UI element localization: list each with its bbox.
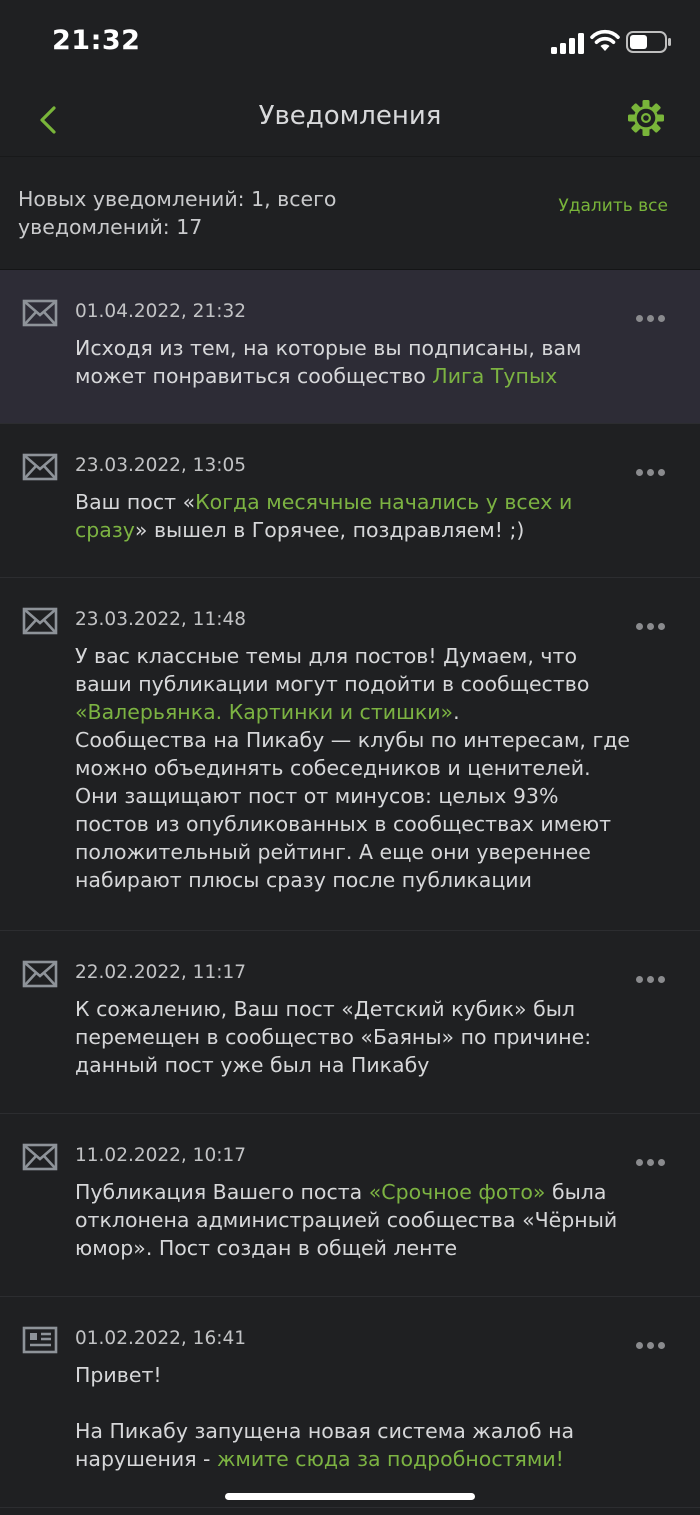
text-fragment: данный пост уже был на Пикабу [75,1053,430,1077]
details-link[interactable]: жмите сюда за подробностями! [217,1447,564,1471]
text-fragment: Привет! [75,1363,162,1387]
notification-date: 23.03.2022, 13:05 [75,455,246,476]
more-options-icon[interactable] [636,615,672,630]
notification-item[interactable]: 01.02.2022, 16:41 Привет! На Пикабу запу… [0,1297,700,1508]
nav-bar: Уведомления [0,84,700,157]
notification-item[interactable]: 01.04.2022, 21:32 Исходя из тем, на кото… [0,270,700,424]
notification-item[interactable]: 23.03.2022, 11:48 У вас классные темы дл… [0,578,700,931]
wifi-icon [590,29,620,51]
text-fragment: Публикация Вашего поста [75,1180,369,1204]
battery-icon [626,31,671,53]
text-fragment: положительный рейтинг. А еще они уверенн… [75,840,591,864]
notification-item[interactable]: 23.03.2022, 13:05 Ваш пост «Когда месячн… [0,424,700,578]
text-fragment: нарушения - [75,1447,217,1471]
newspaper-icon [22,1326,58,1354]
notification-text: У вас классные темы для постов! Думаем, … [75,642,675,894]
post-link[interactable]: сразу [75,518,135,542]
notifications-list: 01.04.2022, 21:32 Исходя из тем, на кото… [0,270,700,1508]
text-fragment: У вас классные темы для постов! Думаем, … [75,644,577,668]
text-fragment: ваши публикации могут подойти в сообщест… [75,672,590,696]
gear-icon[interactable] [626,98,666,138]
notification-item[interactable]: 22.02.2022, 11:17 К сожалению, Ваш пост … [0,931,700,1114]
more-options-icon[interactable] [636,1334,672,1349]
envelope-icon [22,299,58,327]
more-options-icon[interactable] [636,461,672,476]
signal-icon [551,33,584,54]
community-link[interactable]: «Валерьянка. Картинки и стишки» [75,700,453,724]
post-link[interactable]: «Срочное фото» [369,1180,546,1204]
notification-date: 11.02.2022, 10:17 [75,1145,246,1166]
envelope-icon [22,607,58,635]
text-fragment: юмор». Пост создан в общей ленте [75,1236,458,1260]
home-indicator [225,1493,475,1500]
text-fragment: была [545,1180,607,1204]
envelope-icon [22,453,58,481]
notifications-summary: Новых уведомлений: 1, всего уведомлений:… [0,157,700,270]
status-bar: 21:32 [0,0,700,84]
notification-date: 01.04.2022, 21:32 [75,301,246,322]
text-fragment: перемещен в сообщество «Баяны» по причин… [75,1025,592,1049]
community-link[interactable]: Лига Тупых [432,364,557,388]
text-fragment: К сожалению, Ваш пост «Детский кубик» бы… [75,997,575,1021]
notification-text: Исходя из тем, на которые вы подписаны, … [75,334,675,390]
text-fragment: можно объединять собеседников и ценителе… [75,756,591,780]
status-time: 21:32 [52,25,141,56]
notification-text: Привет! На Пикабу запущена новая система… [75,1361,675,1473]
text-fragment: постов из опубликованных в сообществах и… [75,812,612,836]
text-fragment: На Пикабу запущена новая система жалоб н… [75,1419,575,1443]
text-fragment: . [453,700,460,724]
more-options-icon[interactable] [636,307,672,322]
notification-item[interactable]: 11.02.2022, 10:17 Публикация Вашего пост… [0,1114,700,1297]
text-fragment: Ваш пост « [75,490,196,514]
envelope-icon [22,1143,58,1171]
envelope-icon [22,960,58,988]
notification-date: 01.02.2022, 16:41 [75,1328,246,1349]
text-fragment: Исходя из тем, на которые вы подписаны, … [75,336,582,360]
text-fragment: отклонена администрацией сообщества «Чёр… [75,1208,618,1232]
text-fragment: набирают плюсы сразу после публикации [75,868,532,892]
summary-line: уведомлений: 17 [18,215,203,239]
notification-text: К сожалению, Ваш пост «Детский кубик» бы… [75,995,675,1079]
notification-date: 22.02.2022, 11:17 [75,962,246,983]
summary-text: Новых уведомлений: 1, всего уведомлений:… [18,185,438,241]
more-options-icon[interactable] [636,1151,672,1166]
notification-date: 23.03.2022, 11:48 [75,609,246,630]
delete-all-button[interactable]: Удалить все [558,196,668,216]
text-fragment: Сообщества на Пикабу — клубы по интереса… [75,728,631,752]
page-title: Уведомления [258,101,442,131]
text-fragment: может понравиться сообщество [75,364,433,388]
notification-text: Публикация Вашего поста «Срочное фото» б… [75,1178,675,1262]
summary-line: Новых уведомлений: 1, всего [18,187,337,211]
notification-text: Ваш пост «Когда месячные начались у всех… [75,488,675,544]
text-fragment: » вышел в Горячее, поздравляем! ;) [134,518,525,542]
text-fragment: Они защищают пост от минусов: целых 93% [75,784,559,808]
post-link[interactable]: Когда месячные начались у всех и [195,490,572,514]
more-options-icon[interactable] [636,968,672,983]
